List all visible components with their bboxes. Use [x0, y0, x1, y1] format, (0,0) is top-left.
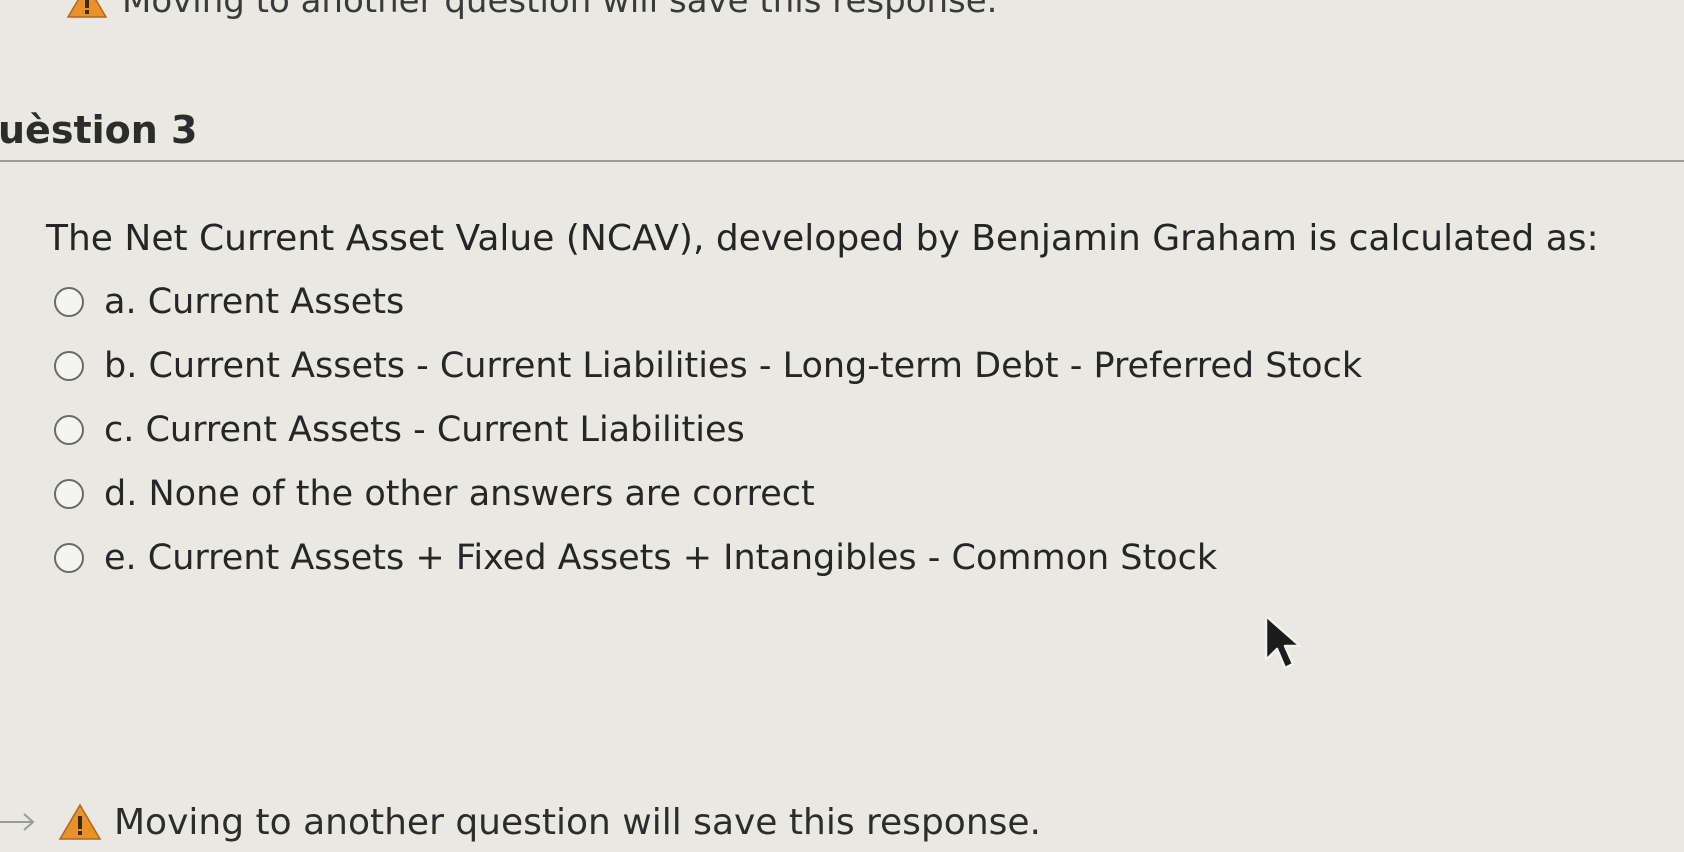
answer-option-d[interactable]: d. None of the other answers are correct: [54, 462, 1666, 526]
answer-option-a[interactable]: a. Current Assets: [54, 270, 1666, 334]
question-text: The Net Current Asset Value (NCAV), deve…: [46, 218, 1599, 259]
answer-option-label: e. Current Assets + Fixed Assets + Intan…: [104, 538, 1218, 578]
radio-button[interactable]: [54, 415, 84, 445]
answer-option-b[interactable]: b. Current Assets - Current Liabilities …: [54, 334, 1666, 398]
answer-option-e[interactable]: e. Current Assets + Fixed Assets + Intan…: [54, 526, 1666, 590]
radio-button[interactable]: [54, 287, 84, 317]
warning-triangle-icon: [58, 803, 102, 841]
answer-option-label: d. None of the other answers are correct: [104, 474, 815, 514]
top-warning-text: Moving to another question will save thi…: [122, 0, 998, 21]
answer-option-label: b. Current Assets - Current Liabilities …: [104, 346, 1363, 386]
bottom-warning-text: Moving to another question will save thi…: [114, 801, 1041, 843]
radio-button[interactable]: [54, 543, 84, 573]
answer-option-label: c. Current Assets - Current Liabilities: [104, 410, 745, 450]
warning-triangle-icon: [66, 0, 108, 19]
question-header: uèstion 3: [0, 104, 1684, 162]
bottom-save-warning: Moving to another question will save thi…: [0, 792, 1041, 852]
arrow-right-icon: [0, 813, 35, 831]
top-save-warning: Moving to another question will save thi…: [66, 0, 997, 24]
answer-option-c[interactable]: c. Current Assets - Current Liabilities: [54, 398, 1666, 462]
answer-option-label: a. Current Assets: [104, 282, 405, 322]
mouse-cursor-icon: [1264, 614, 1302, 670]
radio-button[interactable]: [54, 479, 84, 509]
answer-options: a. Current Assets b. Current Assets - Cu…: [46, 270, 1666, 590]
question-title: uèstion 3: [0, 108, 198, 152]
radio-button[interactable]: [54, 351, 84, 381]
question-body: The Net Current Asset Value (NCAV), deve…: [46, 216, 1666, 590]
